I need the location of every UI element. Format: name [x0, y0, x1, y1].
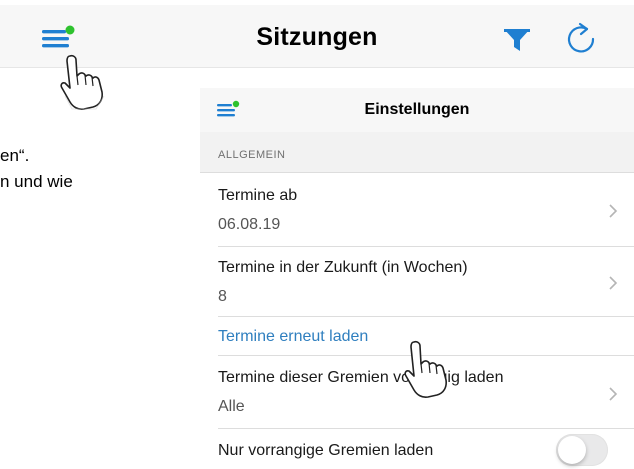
- chevron-right-icon: [609, 204, 618, 218]
- setting-value: 8: [218, 288, 227, 305]
- setting-label: Nur vorrangige Gremien laden: [218, 442, 434, 459]
- settings-title: Einstellungen: [364, 101, 470, 118]
- setting-label: Termine ab: [218, 187, 298, 204]
- section-header: ALLGEMEIN: [200, 132, 634, 173]
- filter-funnel-icon[interactable]: [502, 27, 532, 53]
- setting-row-termine-zukunft[interactable]: Termine in der Zukunft (in Wochen) 8: [218, 247, 634, 317]
- chevron-right-icon: [609, 276, 618, 290]
- pointing-hand-icon: [60, 54, 105, 110]
- settings-header: Einstellungen: [200, 88, 634, 133]
- reload-appointments-label: Termine erneut laden: [218, 328, 369, 345]
- settings-panel: Einstellungen ALLGEMEIN Termine ab 06.08…: [200, 88, 634, 469]
- refresh-icon[interactable]: [565, 21, 599, 55]
- chevron-right-icon: [609, 387, 618, 401]
- nur-vorrangige-toggle[interactable]: [556, 434, 608, 466]
- setting-row-nur-vorrangige: Nur vorrangige Gremien laden: [218, 429, 634, 469]
- setting-label: Termine in der Zukunft (in Wochen): [218, 259, 468, 276]
- toggle-knob: [558, 436, 586, 464]
- setting-value: Alle: [218, 398, 245, 415]
- setting-label: Termine dieser Gremien vorrangig laden: [218, 369, 504, 386]
- background-text-line: en“.: [0, 146, 30, 165]
- setting-row-termine-ab[interactable]: Termine ab 06.08.19: [218, 173, 634, 247]
- page-title: Sitzungen: [256, 23, 378, 51]
- pointing-hand-icon: [404, 340, 447, 398]
- section-header-label: ALLGEMEIN: [218, 149, 286, 161]
- background-text-line: n und wie: [0, 172, 73, 191]
- setting-value: 06.08.19: [218, 216, 281, 233]
